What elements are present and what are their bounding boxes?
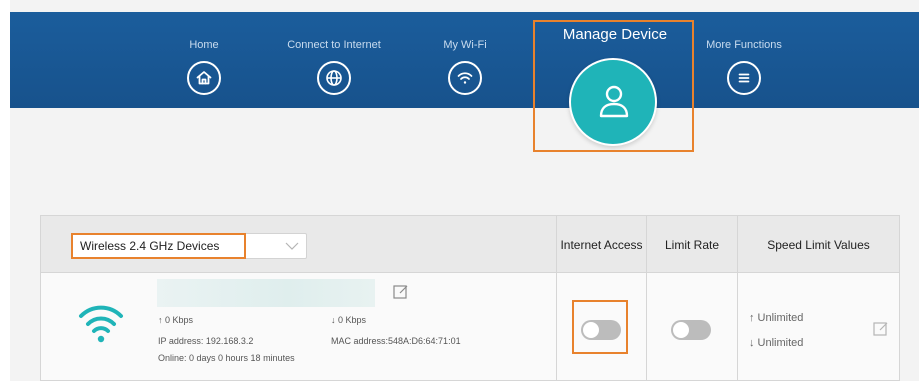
highlight-box-manage-device (533, 20, 694, 152)
edit-icon[interactable] (873, 321, 889, 337)
device-table: Wireless 2.4 GHz Devices Internet Access… (40, 215, 900, 381)
highlight-box-internet-access (572, 300, 628, 354)
home-icon (187, 61, 221, 95)
nav-label-more-functions: More Functions (706, 39, 782, 51)
nav-label-my-wifi: My Wi-Fi (443, 39, 487, 51)
nav-label-connect-to-internet: Connect to Internet (287, 39, 381, 51)
upload-limit: ↑ Unlimited (749, 312, 804, 324)
nav-item-connect-to-internet[interactable]: Connect to Internet (274, 12, 394, 108)
menu-icon (727, 61, 761, 95)
nav-label-home: Home (189, 39, 219, 51)
device-name-field[interactable] (157, 279, 375, 307)
mac-address: MAC address:548A:D6:64:71:01 (331, 336, 461, 346)
header-internet-access: Internet Access (560, 237, 643, 252)
header-speed-limit-values: Speed Limit Values (767, 237, 870, 252)
wifi-icon (448, 61, 482, 95)
download-rate: ↓ 0 Kbps (331, 315, 367, 325)
wifi-icon (79, 305, 123, 343)
edit-icon[interactable] (393, 284, 409, 300)
download-limit: ↓ Unlimited (749, 337, 804, 349)
nav-item-my-wifi[interactable]: My Wi-Fi (405, 12, 525, 108)
ip-address: IP address: 192.168.3.2 (158, 336, 254, 346)
top-nav-bar: Home Connect to Internet My Wi-Fi More F… (10, 12, 919, 108)
globe-icon (317, 61, 351, 95)
router-manage-device-page: Home Connect to Internet My Wi-Fi More F… (0, 0, 919, 381)
upload-rate: ↑ 0 Kbps (158, 315, 194, 325)
chevron-down-icon (285, 242, 299, 250)
nav-item-more-functions[interactable]: More Functions (684, 12, 804, 108)
online-time: Online: 0 days 0 hours 18 minutes (158, 353, 295, 363)
header-limit-rate: Limit Rate (664, 237, 720, 252)
limit-rate-toggle[interactable] (671, 320, 711, 340)
highlight-box-device-type (71, 233, 246, 259)
nav-item-home[interactable]: Home (144, 12, 264, 108)
